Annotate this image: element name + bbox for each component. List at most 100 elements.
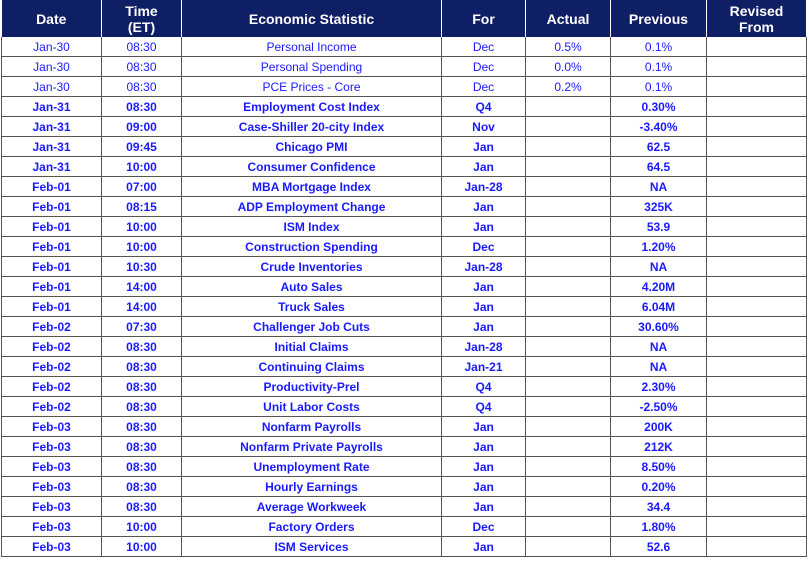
- table-row: Jan-31 10:00 Consumer Confidence Jan 64.5: [1, 156, 807, 177]
- cell-previous: 6.04M: [610, 296, 707, 317]
- cell-revised: [706, 37, 807, 57]
- cell-actual: [525, 396, 611, 417]
- header-revised-line2: From: [739, 18, 774, 35]
- cell-date: Feb-03: [1, 516, 102, 537]
- cell-revised: [706, 396, 807, 417]
- cell-actual: [525, 416, 611, 437]
- cell-actual: [525, 116, 611, 137]
- cell-previous: -3.40%: [610, 116, 707, 137]
- header-date: Date: [1, 0, 102, 37]
- cell-actual: 0.0%: [525, 56, 611, 77]
- cell-for: Q4: [441, 396, 526, 417]
- cell-date: Feb-01: [1, 216, 102, 237]
- cell-stat: ISM Services: [181, 536, 442, 557]
- cell-time: 08:30: [101, 436, 182, 457]
- cell-stat: Challenger Job Cuts: [181, 316, 442, 337]
- cell-time: 08:30: [101, 336, 182, 357]
- cell-time: 08:30: [101, 356, 182, 377]
- cell-for: Dec: [441, 76, 526, 97]
- cell-actual: [525, 316, 611, 337]
- cell-stat: Factory Orders: [181, 516, 442, 537]
- cell-for: Nov: [441, 116, 526, 137]
- cell-actual: [525, 516, 611, 537]
- cell-stat: Crude Inventories: [181, 256, 442, 277]
- cell-actual: [525, 456, 611, 477]
- cell-time: 08:30: [101, 56, 182, 77]
- cell-actual: [525, 336, 611, 357]
- cell-stat: Personal Income: [181, 37, 442, 57]
- cell-actual: [525, 216, 611, 237]
- cell-previous: 1.80%: [610, 516, 707, 537]
- cell-revised: [706, 476, 807, 497]
- cell-date: Feb-01: [1, 236, 102, 257]
- cell-for: Jan: [441, 136, 526, 157]
- cell-stat: Consumer Confidence: [181, 156, 442, 177]
- cell-previous: 4.20M: [610, 276, 707, 297]
- cell-date: Feb-02: [1, 316, 102, 337]
- cell-stat: Unit Labor Costs: [181, 396, 442, 417]
- cell-time: 08:30: [101, 496, 182, 517]
- cell-previous: 2.30%: [610, 376, 707, 397]
- table-row: Feb-02 08:30 Continuing Claims Jan-21 NA: [1, 356, 807, 377]
- cell-previous: 0.1%: [610, 76, 707, 97]
- cell-revised: [706, 216, 807, 237]
- cell-date: Feb-03: [1, 416, 102, 437]
- cell-time: 07:30: [101, 316, 182, 337]
- cell-date: Jan-31: [1, 96, 102, 117]
- table-row: Feb-01 10:00 ISM Index Jan 53.9: [1, 216, 807, 237]
- cell-previous: 0.1%: [610, 37, 707, 57]
- header-time-line1: Time: [125, 2, 158, 19]
- table-row: Jan-31 09:00 Case-Shiller 20-city Index Nov…: [1, 116, 807, 137]
- cell-time: 08:30: [101, 376, 182, 397]
- cell-revised: [706, 196, 807, 217]
- cell-for: Dec: [441, 236, 526, 257]
- cell-date: Feb-03: [1, 496, 102, 517]
- table-row: Feb-01 08:15 ADP Employment Change Jan 325K: [1, 196, 807, 217]
- cell-previous: 53.9: [610, 216, 707, 237]
- table-row: Jan-31 08:30 Employment Cost Index Q4 0.30%: [1, 96, 807, 117]
- cell-previous: 8.50%: [610, 456, 707, 477]
- cell-time: 10:00: [101, 156, 182, 177]
- cell-revised: [706, 136, 807, 157]
- cell-stat: Construction Spending: [181, 236, 442, 257]
- cell-time: 08:30: [101, 416, 182, 437]
- cell-for: Dec: [441, 37, 526, 57]
- cell-previous: NA: [610, 176, 707, 197]
- cell-for: Q4: [441, 376, 526, 397]
- cell-previous: 34.4: [610, 496, 707, 517]
- table-row: Jan-30 08:30 Personal Spending Dec 0.0% 0.1%: [1, 56, 807, 77]
- cell-revised: [706, 116, 807, 137]
- cell-actual: [525, 476, 611, 497]
- cell-previous: 325K: [610, 196, 707, 217]
- cell-date: Feb-02: [1, 336, 102, 357]
- header-previous: Previous: [610, 0, 707, 37]
- table-row: Feb-03 08:30 Hourly Earnings Jan 0.20%: [1, 476, 807, 497]
- cell-for: Q4: [441, 96, 526, 117]
- cell-revised: [706, 176, 807, 197]
- cell-for: Jan-28: [441, 336, 526, 357]
- cell-actual: [525, 436, 611, 457]
- cell-revised: [706, 416, 807, 437]
- cell-time: 08:30: [101, 37, 182, 57]
- cell-actual: [525, 176, 611, 197]
- table-row: Feb-01 10:30 Crude Inventories Jan-28 NA: [1, 256, 807, 277]
- cell-stat: ISM Index: [181, 216, 442, 237]
- cell-stat: Nonfarm Payrolls: [181, 416, 442, 437]
- cell-revised: [706, 76, 807, 97]
- cell-previous: 30.60%: [610, 316, 707, 337]
- table-row: Jan-30 08:30 Personal Income Dec 0.5% 0.1%: [1, 37, 807, 57]
- cell-date: Jan-30: [1, 76, 102, 97]
- cell-previous: 0.20%: [610, 476, 707, 497]
- cell-stat: Continuing Claims: [181, 356, 442, 377]
- cell-stat: PCE Prices - Core: [181, 76, 442, 97]
- cell-time: 14:00: [101, 276, 182, 297]
- cell-previous: NA: [610, 356, 707, 377]
- cell-revised: [706, 376, 807, 397]
- cell-for: Jan: [441, 296, 526, 317]
- cell-for: Dec: [441, 56, 526, 77]
- cell-for: Jan: [441, 476, 526, 497]
- cell-for: Jan-28: [441, 256, 526, 277]
- cell-actual: [525, 236, 611, 257]
- cell-revised: [706, 256, 807, 277]
- cell-date: Jan-31: [1, 156, 102, 177]
